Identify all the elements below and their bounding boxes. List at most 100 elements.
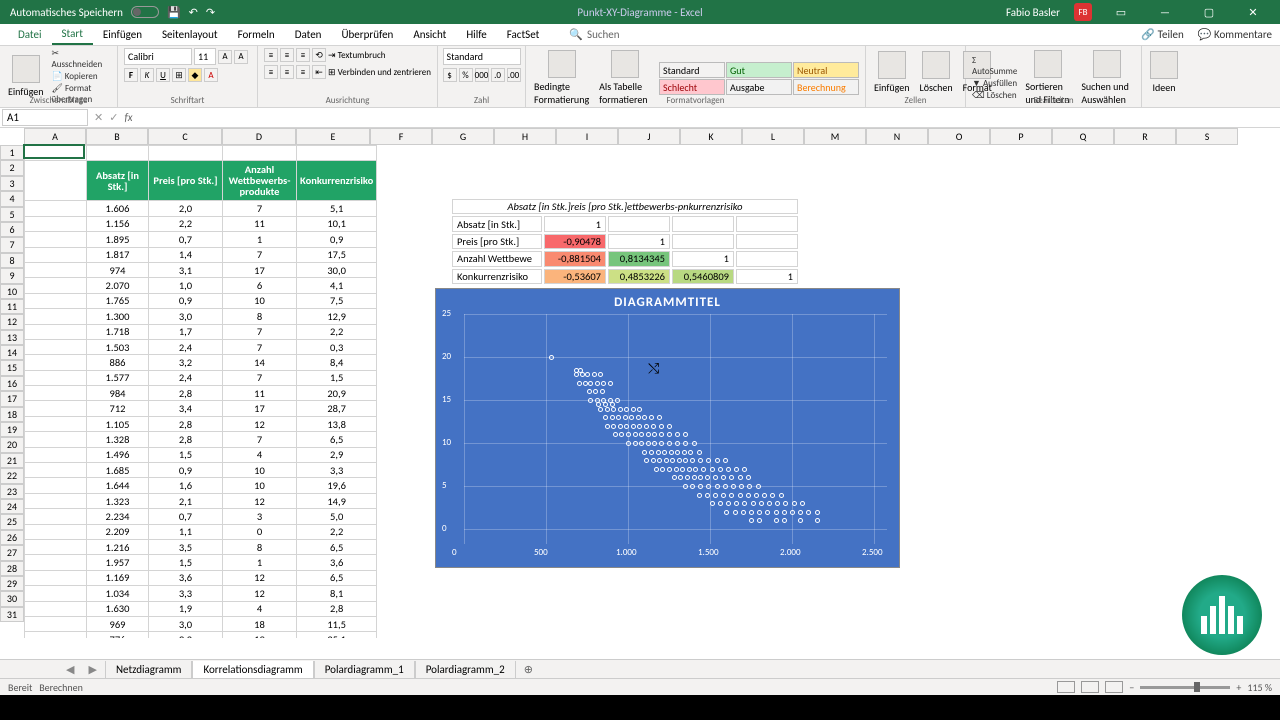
row-header[interactable]: 27 — [0, 545, 24, 560]
zoom-label[interactable]: 115 % — [1247, 681, 1272, 694]
font-shrink-icon[interactable]: A — [234, 50, 248, 64]
nav-prev-icon[interactable]: ◀ — [60, 663, 80, 676]
merge-button[interactable]: ⊞ Verbinden und zentrieren — [328, 67, 431, 78]
view-break-icon[interactable] — [1105, 681, 1123, 693]
row-header[interactable]: 14 — [0, 345, 24, 360]
align-right-icon[interactable]: ≡ — [296, 65, 310, 79]
underline-button[interactable]: U — [156, 68, 170, 82]
search-box[interactable]: 🔍 Suchen — [569, 28, 619, 41]
row-header[interactable]: 6 — [0, 222, 24, 237]
delete-cells-button[interactable]: Löschen — [918, 49, 955, 96]
row-header[interactable]: 8 — [0, 253, 24, 268]
row-header[interactable]: 28 — [0, 561, 24, 576]
align-top-icon[interactable]: ≡ — [264, 48, 278, 62]
row-header[interactable]: 21 — [0, 453, 24, 468]
row-header[interactable]: 17 — [0, 391, 24, 406]
tab-einfuegen[interactable]: Einfügen — [93, 25, 152, 44]
row-header[interactable]: 12 — [0, 314, 24, 329]
ribbon-options-icon[interactable]: ▭ — [1106, 6, 1136, 19]
close-icon[interactable]: ✕ — [1238, 6, 1268, 19]
paste-button[interactable]: Einfügen — [6, 53, 46, 100]
col-header[interactable]: C — [148, 128, 222, 145]
sheet-tab[interactable]: Netzdiagramm — [105, 661, 193, 679]
align-bot-icon[interactable]: ≡ — [296, 48, 310, 62]
name-box[interactable]: A1 — [2, 109, 88, 126]
add-sheet-icon[interactable]: ⊕ — [516, 663, 541, 676]
font-name-select[interactable]: Calibri — [124, 48, 192, 65]
number-format-select[interactable]: Standard — [443, 48, 521, 65]
tab-seitenlayout[interactable]: Seitenlayout — [152, 25, 228, 44]
col-header[interactable]: Q — [1052, 128, 1114, 145]
row-header[interactable]: 20 — [0, 437, 24, 452]
row-header[interactable]: 3 — [0, 176, 24, 191]
comma-icon[interactable]: 000 — [475, 68, 489, 82]
row-header[interactable]: 26 — [0, 530, 24, 545]
col-header[interactable]: K — [680, 128, 742, 145]
view-layout-icon[interactable] — [1081, 681, 1099, 693]
indent-dec-icon[interactable]: ⇤ — [312, 65, 326, 79]
currency-icon[interactable]: $ — [443, 68, 457, 82]
align-mid-icon[interactable]: ≡ — [280, 48, 294, 62]
copy-button[interactable]: 📄 Kopieren — [52, 71, 111, 82]
comments-button[interactable]: 💬 Kommentare — [1198, 28, 1272, 41]
col-header[interactable]: J — [618, 128, 680, 145]
view-normal-icon[interactable] — [1057, 681, 1075, 693]
bold-button[interactable]: F — [124, 68, 138, 82]
fx-icon[interactable]: fx — [124, 111, 132, 124]
wrap-button[interactable]: ⇥ Textumbruch — [328, 50, 386, 61]
cancel-formula-icon[interactable]: ✕ — [94, 111, 103, 124]
col-header[interactable]: N — [866, 128, 928, 145]
sheet-tab[interactable]: Polardiagramm_2 — [415, 661, 516, 679]
col-header[interactable]: D — [222, 128, 296, 145]
row-header[interactable]: 2 — [0, 160, 24, 175]
row-header[interactable]: 22 — [0, 468, 24, 483]
user-name[interactable]: Fabio Basler — [1006, 6, 1060, 19]
tab-factset[interactable]: FactSet — [497, 25, 550, 44]
save-icon[interactable]: 💾 — [167, 6, 181, 19]
tab-datei[interactable]: Datei — [8, 25, 52, 44]
row-header[interactable]: 25 — [0, 514, 24, 529]
col-header[interactable]: F — [370, 128, 432, 145]
sheet-tab[interactable]: Korrelationsdiagramm — [192, 661, 313, 680]
row-header[interactable]: 30 — [0, 591, 24, 606]
tab-ueberpruefen[interactable]: Überprüfen — [331, 25, 403, 44]
enter-formula-icon[interactable]: ✓ — [109, 111, 118, 124]
row-header[interactable]: 24 — [0, 499, 24, 514]
row-header[interactable]: 15 — [0, 360, 24, 375]
fill-button[interactable]: ▼ Ausfüllen — [972, 78, 1017, 89]
col-header[interactable]: H — [494, 128, 556, 145]
font-color-button[interactable]: A — [204, 68, 218, 82]
tab-daten[interactable]: Daten — [285, 25, 332, 44]
share-button[interactable]: 🔗 Teilen — [1141, 28, 1183, 41]
row-header[interactable]: 1 — [0, 145, 24, 160]
insert-cells-button[interactable]: Einfügen — [872, 49, 912, 96]
col-header[interactable]: G — [432, 128, 494, 145]
fill-color-button[interactable]: ◆ — [188, 68, 202, 82]
col-header[interactable]: E — [296, 128, 370, 145]
row-header[interactable]: 11 — [0, 299, 24, 314]
worksheet-grid[interactable]: ABCDEFGHIJKLMNOPQRS 12345678910111213141… — [0, 128, 1280, 638]
redo-icon[interactable]: ↷ — [206, 6, 215, 19]
row-header[interactable]: 29 — [0, 576, 24, 591]
zoom-slider[interactable] — [1140, 686, 1230, 689]
row-header[interactable]: 31 — [0, 607, 24, 622]
percent-icon[interactable]: % — [459, 68, 473, 82]
tab-start[interactable]: Start — [52, 24, 93, 45]
minimize-icon[interactable]: — — [1150, 6, 1180, 19]
row-header[interactable]: 5 — [0, 207, 24, 222]
col-header[interactable]: I — [556, 128, 618, 145]
row-header[interactable]: 10 — [0, 284, 24, 299]
row-header[interactable]: 9 — [0, 268, 24, 283]
orient-icon[interactable]: ⟲ — [312, 48, 326, 62]
formula-bar[interactable] — [135, 108, 1278, 127]
scatter-chart[interactable]: DIAGRAMMTITEL 05001.0001.5002.0002.50005… — [435, 288, 900, 568]
row-header[interactable]: 16 — [0, 376, 24, 391]
col-header[interactable]: B — [86, 128, 148, 145]
tab-ansicht[interactable]: Ansicht — [403, 25, 456, 44]
tab-formeln[interactable]: Formeln — [228, 25, 285, 44]
dec-dec-icon[interactable]: .00 — [507, 68, 521, 82]
align-center-icon[interactable]: ≡ — [280, 65, 294, 79]
cell-styles-gallery[interactable]: Standard Gut Neutral Schlecht Ausgabe Be… — [659, 62, 859, 95]
row-header[interactable]: 7 — [0, 237, 24, 252]
ideas-button[interactable]: Ideen — [1148, 49, 1180, 96]
